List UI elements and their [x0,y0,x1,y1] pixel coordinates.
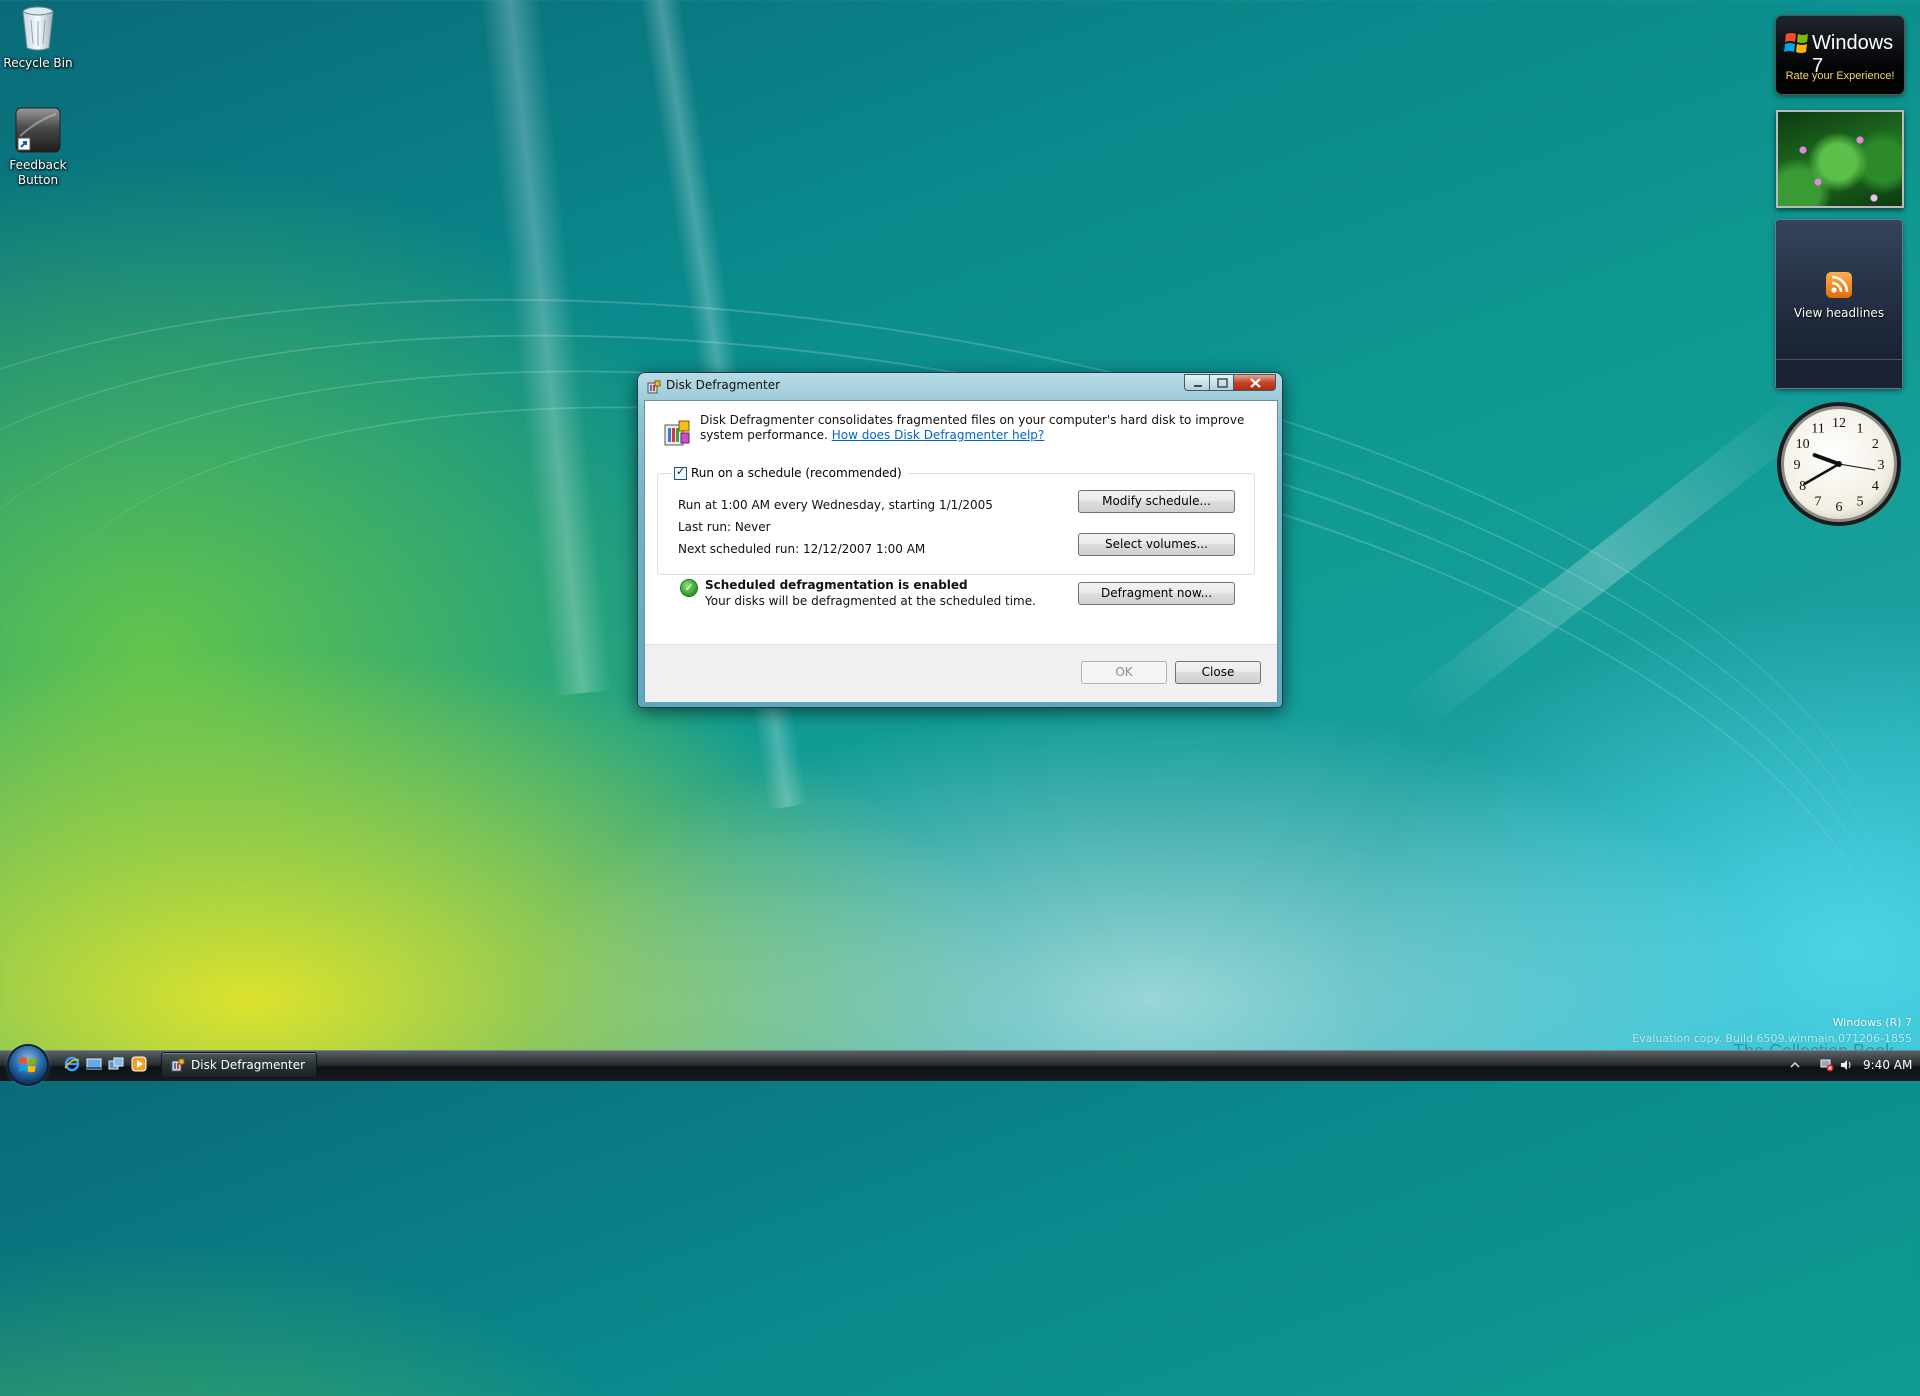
internet-explorer-icon[interactable] [64,1056,80,1072]
maximize-icon [1217,378,1228,388]
disk-defragmenter-window[interactable]: Disk Defragmenter Disk Defragmenter cons… [638,373,1282,707]
windows7-rate-gadget[interactable]: Windows 7 Rate your Experience! [1776,16,1904,94]
clock-numeral: 6 [1836,500,1843,515]
next-run-text: Next scheduled run: 12/12/2007 1:00 AM [678,542,926,556]
dialog-footer: OK Close [645,644,1277,702]
schedule-description: Run at 1:00 AM every Wednesday, starting… [678,498,993,512]
clock-numeral: 1 [1857,422,1864,437]
minimize-icon [1194,385,1202,387]
view-headlines-label[interactable]: View headlines [1776,306,1902,320]
feedback-button-label: Feedback Button [9,158,67,187]
check-status-icon: ✓ [680,579,698,597]
run-on-schedule-checkbox[interactable]: Run on a schedule (recommended) [672,465,908,480]
clock-numeral: 5 [1857,494,1864,509]
taskbar-item-label: Disk Defragmenter [191,1058,306,1072]
disk-defragmenter-icon [647,380,661,394]
media-player-icon[interactable] [131,1056,147,1072]
win7-gadget-subtitle[interactable]: Rate your Experience! [1776,70,1904,82]
defragmenter-large-icon [664,420,690,446]
last-run-text: Last run: Never [678,520,771,534]
close-window-button[interactable] [1233,374,1276,391]
slideshow-gadget[interactable] [1776,110,1904,208]
volume-icon[interactable] [1839,1058,1853,1072]
watermark-edition: Windows (R) 7 [1832,1016,1912,1029]
switch-windows-icon[interactable] [108,1056,124,1072]
taskbar-item-disk-defragmenter[interactable]: Disk Defragmenter [161,1052,317,1078]
show-hidden-icons-icon[interactable] [1788,1058,1802,1072]
ok-button[interactable]: OK [1081,661,1167,684]
run-on-schedule-label: Run on a schedule (recommended) [691,466,902,480]
taskbar-clock[interactable]: 9:40 AM [1863,1058,1912,1072]
clock-numeral: 8 [1799,479,1806,494]
minimize-button[interactable] [1184,374,1210,391]
close-button[interactable]: Close [1175,661,1261,684]
clock-numeral: 11 [1811,422,1824,437]
windows-start-icon [19,1057,36,1073]
dialog-content: Disk Defragmenter consolidates fragmente… [644,400,1278,702]
clock-numeral: 12 [1832,416,1846,431]
intro-text: Disk Defragmenter consolidates fragmente… [700,413,1260,443]
status-title: Scheduled defragmentation is enabled [705,578,968,592]
clock-numeral: 7 [1815,494,1822,509]
clock-numeral: 3 [1878,458,1885,473]
desktop-icon-feedback-button[interactable]: Feedback Button [0,106,76,188]
window-title: Disk Defragmenter [666,378,781,392]
clock-numeral: 4 [1872,479,1879,494]
clock-face: 12 12 3 45678 9 1011 [1777,402,1901,526]
select-volumes-button[interactable]: Select volumes... [1078,533,1235,556]
network-icon[interactable] [1820,1058,1834,1072]
defragment-now-button[interactable]: Defragment now... [1078,582,1235,605]
help-link[interactable]: How does Disk Defragmenter help? [832,428,1045,442]
show-desktop-icon[interactable] [86,1056,102,1072]
desktop-icon-recycle-bin[interactable]: Recycle Bin [0,4,76,71]
clock-numeral: 10 [1796,437,1810,452]
feedback-shortcut-icon [14,106,62,154]
clock-numeral: 2 [1872,437,1879,452]
recycle-bin-icon [19,4,57,52]
windows-logo-icon [1784,33,1808,53]
feed-gadget-footer [1776,359,1902,388]
start-button[interactable] [9,1046,47,1084]
clock-gadget[interactable]: 12 1 2 3 4 5 6 7 8 9 10 11 [1775,400,1903,528]
rss-icon [1826,272,1852,298]
recycle-bin-label: Recycle Bin [3,56,73,70]
disk-defragmenter-taskbar-icon [171,1058,185,1072]
maximize-button[interactable] [1209,374,1234,391]
feed-headlines-gadget[interactable]: View headlines [1776,220,1902,388]
checkbox-checked-icon[interactable] [674,465,687,480]
close-icon [1250,378,1261,388]
clock-numeral: 9 [1794,458,1801,473]
modify-schedule-button[interactable]: Modify schedule... [1078,490,1235,513]
status-description: Your disks will be defragmented at the s… [705,594,1036,608]
